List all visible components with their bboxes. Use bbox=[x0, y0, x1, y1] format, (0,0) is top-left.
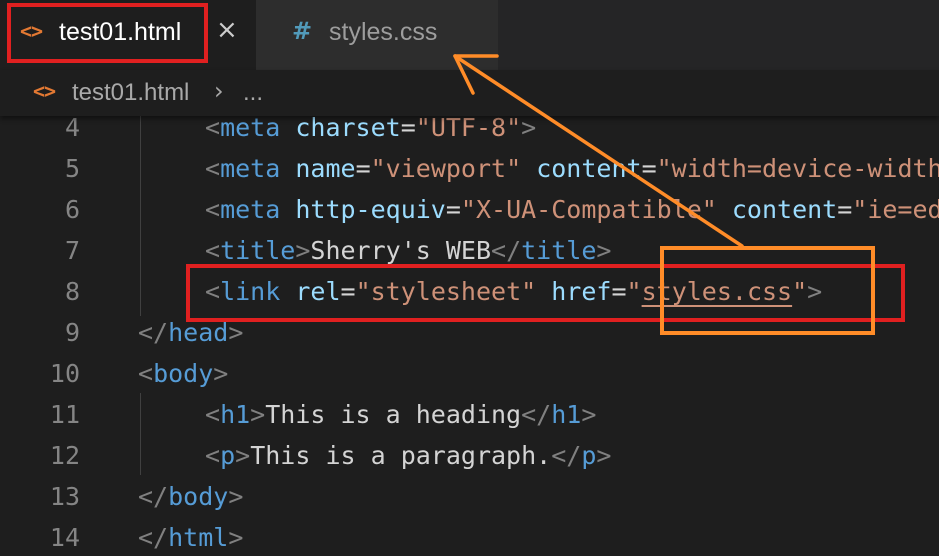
vscode-window: <> test01.html × # styles.css <> test01.… bbox=[0, 0, 939, 556]
annotation-arrow bbox=[453, 54, 744, 248]
